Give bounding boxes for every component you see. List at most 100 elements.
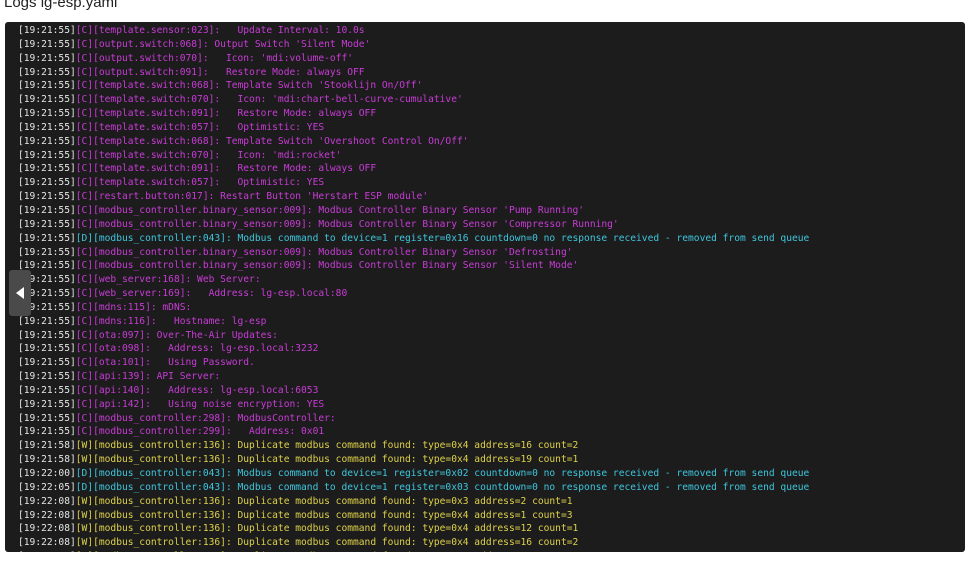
log-line: [19:21:55][C][mdns:115]: mDNS: [18,301,965,315]
log-message: [C][api:140]: Address: lg-esp.local:6053 [75,384,319,396]
log-message: [C][template.switch:070]: Icon: 'mdi:cha… [75,94,463,106]
log-line: [19:22:08][W][modbus_controller:136]: Du… [18,495,965,509]
dialog-title: Logs lg-esp.yaml [4,0,118,11]
log-line: [19:21:55][C][template.switch:057]: Opti… [18,176,965,190]
log-message: [W][modbus_controller:136]: Duplicate mo… [75,454,579,466]
log-message: [C][modbus_controller.binary_sensor:009]… [75,218,619,230]
log-message: [C][ota:097]: Over-The-Air Updates: [75,329,278,341]
log-timestamp: [19:21:55] [18,80,76,92]
log-output-panel[interactable]: [19:21:55] [C][template.sensor:023]: Upda… [5,22,965,552]
log-line: [19:21:55][C][restart.button:017]: Resta… [18,190,965,204]
sidebar-collapse-toggle[interactable] [9,270,31,316]
log-line: [19:22:00][D][modbus_controller:043]: Mo… [18,467,965,481]
log-message: [C][output.switch:091]: Restore Mode: al… [75,66,365,78]
log-timestamp: [19:21:55] [18,191,76,203]
log-line: [19:21:55][C][template.switch:091]: Rest… [18,162,965,176]
log-timestamp: [19:21:55] [18,218,76,230]
log-message: [D][modbus_controller:043]: Modbus comma… [75,232,810,244]
log-line: [19:22:08][W][modbus_controller:136]: Du… [18,536,965,550]
log-line: [19:21:55][C][api:140]: Address: lg-esp.… [18,384,965,398]
log-message: [C][modbus_controller.binary_sensor:009]… [75,246,573,258]
log-message: [W][modbus_controller:136]: Duplicate mo… [75,523,579,535]
log-message: [C][output.switch:070]: Icon: 'mdi:volum… [75,52,354,64]
log-message: [C][modbus_controller.binary_sensor:009]… [75,204,585,216]
log-line: [19:21:55][C][output.switch:070]: Icon: … [18,52,965,66]
log-line: [19:21:55][C][modbus_controller.binary_s… [18,218,965,232]
log-message: [C][web_server:168]: Web Server: [75,274,261,286]
log-timestamp: [19:22:08] [18,495,76,507]
log-message: [C][web_server:169]: Address: lg-esp.loc… [75,288,348,300]
log-line: [19:21:55][C][modbus_controller.binary_s… [18,259,965,273]
log-timestamp: [19:21:55] [18,108,76,120]
log-line: [19:21:55][C][ota:101]: Using Password. [18,356,965,370]
log-timestamp: [19:21:55] [18,426,76,438]
log-line: [19:21:55][C][web_server:169]: Address: … [18,287,965,301]
log-timestamp: [19:21:55] [18,66,76,78]
log-line: [19:22:08][W][modbus_controller:136]: Du… [18,509,965,523]
log-line: [19:21:55][C][modbus_controller.binary_s… [18,246,965,260]
log-line: [19:21:55][C][ota:097]: Over-The-Air Upd… [18,329,965,343]
log-timestamp: [19:21:55] [18,177,76,189]
log-line: [19:21:55][C][template.switch:070]: Icon… [18,93,965,107]
log-timestamp: [19:22:08] [18,551,76,552]
log-timestamp: [19:21:55] [18,163,76,175]
log-timestamp: [19:22:00] [18,468,76,479]
log-line: [19:21:55][D][modbus_controller:043]: Mo… [18,232,965,246]
log-timestamp: [19:21:55] [18,52,76,64]
log-message: [W][modbus_controller:136]: Duplicate mo… [76,551,579,552]
log-timestamp: [19:22:08] [18,509,76,521]
log-line: [19:21:55][C][template.switch:091]: Rest… [18,107,965,121]
log-message: [C][template.switch:068]: Template Switc… [75,80,423,92]
log-message: [C][template.switch:091]: Restore Mode: … [75,108,377,120]
log-line: [19:21:55][C][web_server:168]: Web Serve… [18,273,965,287]
log-line: [19:21:55][C][template.switch:068]: Temp… [18,135,965,149]
log-line: [19:22:05][D][modbus_controller:043]: Mo… [18,481,965,495]
log-message: [W][modbus_controller:136]: Duplicate mo… [75,440,579,452]
log-message: [W][modbus_controller:136]: Duplicate mo… [75,495,573,507]
log-timestamp: [19:21:55] [18,135,76,147]
log-timestamp: [19:21:55] [18,412,76,424]
log-timestamp: [19:21:55] [18,357,76,369]
log-message: [C][api:139]: API Server: [75,371,221,383]
dialog-footer [0,553,965,566]
log-timestamp: [19:21:55] [18,343,76,355]
log-message: [C][mdns:116]: Hostname: lg-esp [75,315,267,327]
log-message: [W][modbus_controller:136]: Duplicate mo… [75,509,573,521]
log-timestamp: [19:21:55] [18,121,76,133]
log-timestamp: [19:21:55] [18,329,76,341]
log-message: [C][template.sensor:023]: Update Interva… [75,25,365,36]
log-message: [C][template.switch:057]: Optimistic: YE… [75,121,325,133]
log-message: [D][modbus_controller:043]: Modbus comma… [75,468,810,479]
log-message: [D][modbus_controller:043]: Modbus comma… [75,481,810,493]
log-timestamp: [19:22:05] [18,481,76,493]
log-timestamp: [19:21:55] [18,371,76,383]
log-message: [C][modbus_controller.binary_sensor:009]… [75,260,579,272]
log-message: [C][output.switch:068]: Output Switch 'S… [75,38,371,50]
log-timestamp: [19:22:08] [18,523,76,535]
log-message: [C][mdns:115]: mDNS: [75,301,192,313]
log-timestamp: [19:21:55] [18,94,76,106]
log-timestamp: [19:21:55] [18,204,76,216]
log-message: [C][template.switch:091]: Restore Mode: … [75,163,377,175]
log-timestamp: [19:21:55] [18,149,76,161]
log-line: [19:21:55][C][modbus_controller:298]: Mo… [18,412,965,426]
log-line: [19:21:58][W][modbus_controller:136]: Du… [18,453,965,467]
log-timestamp: [19:21:55] [18,315,76,327]
log-line: [19:21:55][C][ota:098]: Address: lg-esp.… [18,342,965,356]
log-message: [C][api:142]: Using noise encryption: YE… [75,398,325,410]
log-line: [19:21:55][C][modbus_controller.binary_s… [18,204,965,218]
log-timestamp: [19:21:58] [18,454,76,466]
log-timestamp: [19:21:55] [18,398,76,410]
log-timestamp: [19:21:55] [18,384,76,396]
log-message: [C][modbus_controller:299]: Address: 0x0… [75,426,325,438]
log-message: [C][template.switch:068]: Template Switc… [75,135,469,147]
log-line: [19:21:55][C][api:139]: API Server: [18,370,965,384]
log-message: [C][restart.button:017]: Restart Button … [75,191,429,203]
log-line: [19:21:55][C][template.switch:070]: Icon… [18,149,965,163]
log-message: [C][modbus_controller:298]: ModbusContro… [75,412,336,424]
log-line: [19:21:55][C][api:142]: Using noise encr… [18,398,965,412]
chevron-left-icon [15,287,25,299]
log-line: [19:21:58][W][modbus_controller:136]: Du… [18,439,965,453]
log-message: [C][ota:101]: Using Password. [75,357,255,369]
log-line: [19:21:55][C][template.sensor:023]: Upda… [18,24,965,38]
